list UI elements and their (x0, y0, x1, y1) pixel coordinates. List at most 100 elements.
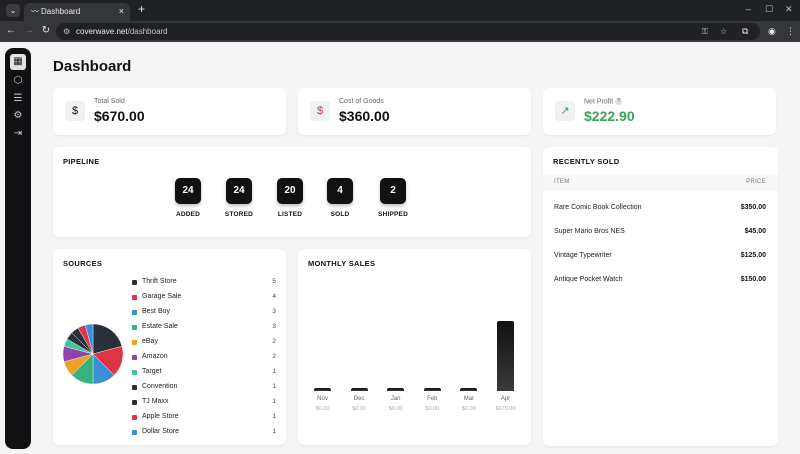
extensions-icon[interactable]: ⧉ (742, 25, 748, 37)
forward-icon[interactable]: → (23, 25, 35, 37)
dollar-icon: $ (65, 101, 85, 121)
new-tab-button[interactable]: + (135, 3, 148, 16)
legend-count: 3 (272, 323, 276, 330)
table-row[interactable]: Super Mario Bros NES $45.00 (543, 221, 778, 243)
browser-tab-dashboard[interactable]: 〰 Dashboard × (24, 3, 130, 21)
chart-month-label: Apr (500, 396, 511, 402)
chart-bar[interactable] (423, 388, 441, 391)
chart-bar[interactable] (350, 388, 368, 391)
legend-swatch (132, 295, 137, 300)
pipeline-stage-listed[interactable]: 20 LISTED (268, 178, 312, 218)
legend-item: Estate Sale 3 (132, 322, 276, 334)
table-row[interactable]: Antique Pocket Watch $150.00 (543, 269, 778, 291)
pipeline-label: SOLD (330, 211, 350, 218)
legend-name: Convention (142, 383, 178, 390)
tab-search-button[interactable]: ⌄ (6, 4, 20, 17)
stat-value: $670.00 (94, 108, 145, 124)
table-row[interactable]: Vintage Typewriter $125.00 (543, 245, 778, 267)
chart-month-label: Jan (390, 396, 401, 402)
legend-item: Garage Sale 4 (132, 292, 276, 304)
column-item: ITEM (554, 179, 570, 185)
window-close-icon[interactable]: ✕ (785, 4, 793, 14)
chart-bar[interactable] (497, 321, 514, 391)
trend-up-icon: ↗ (555, 101, 575, 121)
chart-value-label: $0.00 (315, 406, 330, 412)
legend-swatch (132, 325, 137, 330)
stat-label: Cost of Goods (339, 98, 384, 105)
column-price: PRICE (746, 179, 766, 185)
bookmark-star-icon[interactable]: ☆ (720, 26, 727, 37)
pipeline-label: ADDED (175, 211, 201, 218)
logout-icon[interactable]: ⇥ (11, 127, 25, 141)
legend-count: 1 (272, 398, 276, 405)
recently-sold-title: RECENTLY SOLD (553, 157, 620, 166)
stat-value: $222.90 (584, 108, 635, 124)
legend-name: Best Buy (142, 308, 171, 315)
legend-swatch (132, 310, 137, 315)
pipeline-stage-sold[interactable]: 4 SOLD (318, 178, 362, 218)
sources-card: SOURCES Thrift Store 5 Garage Sale 4 Best Bu… (53, 249, 286, 445)
legend-count: 2 (272, 338, 276, 345)
profile-icon[interactable]: ◉ (768, 25, 776, 37)
address-bar[interactable]: ⚙ coverwave.net/dashboard ⚿ ☆ (56, 23, 760, 40)
dashboard-icon[interactable]: ▦ (10, 54, 26, 70)
url-path: /dashboard (127, 27, 168, 36)
reload-icon[interactable]: ↻ (40, 25, 52, 37)
maximize-icon[interactable]: ☐ (765, 4, 773, 14)
browser-toolbar: ← → ↻ ⚙ coverwave.net/dashboard ⚿ ☆ ⧉ ◉ … (0, 21, 800, 42)
site-info-icon[interactable]: ⚙ (63, 26, 70, 37)
legend-item: Amazon 2 (132, 352, 276, 364)
item-price: $125.00 (740, 252, 766, 259)
legend-swatch (132, 280, 137, 285)
legend-item: Convention 1 (132, 382, 276, 394)
chart-bar[interactable] (460, 388, 478, 391)
browser-tabstrip: ⌄ 〰 Dashboard × + – ☐ ✕ (0, 0, 800, 21)
inventory-box-icon[interactable]: ⬡ (11, 74, 25, 88)
back-icon[interactable]: ← (5, 25, 17, 37)
legend-name: Thrift Store (142, 278, 177, 285)
chart-bar[interactable] (314, 388, 331, 391)
legend-item: Dollar Store 1 (132, 427, 276, 439)
url-host: coverwave.net (76, 27, 128, 36)
legend-swatch (132, 370, 137, 375)
monthly-sales-title: MONTHLY SALES (308, 259, 376, 268)
legend-name: Dollar Store (142, 428, 179, 435)
recently-sold-header: ITEM PRICE (543, 174, 778, 191)
item-price: $150.00 (740, 276, 766, 283)
legend-count: 4 (272, 293, 276, 300)
legend-item: eBay 2 (132, 337, 276, 349)
pipeline-label: STORED (224, 211, 254, 218)
chart-bar[interactable] (387, 388, 405, 391)
tab-close-icon[interactable]: × (119, 6, 124, 17)
pipeline-stage-shipped[interactable]: 2 SHIPPED (371, 178, 415, 218)
legend-item: Target 1 (132, 367, 276, 379)
item-price: $45.00 (744, 228, 766, 235)
pipeline-stage-added[interactable]: 24 ADDED (166, 178, 210, 218)
chart-month-label: Mar (463, 396, 475, 402)
legend-count: 1 (272, 413, 276, 420)
info-icon[interactable]: ? (615, 98, 623, 105)
page: ▦ ⬡ ☰ ⚙ ⇥ Dashboard $ Total Sold $670.00… (0, 42, 800, 454)
pipeline-count: 4 (327, 178, 353, 204)
legend-item: Apple Store 1 (132, 412, 276, 424)
pipeline-title: PIPELINE (63, 157, 100, 166)
legend-swatch (132, 385, 137, 390)
recently-sold-card: RECENTLY SOLD ITEM PRICE Rare Comic Book… (543, 147, 778, 446)
legend-count: 1 (272, 428, 276, 435)
storage-icon[interactable]: ☰ (11, 92, 25, 106)
legend-swatch (132, 400, 137, 405)
legend-count: 5 (272, 278, 276, 285)
stat-value: $360.00 (339, 108, 390, 124)
pipeline-stage-stored[interactable]: 24 STORED (217, 178, 261, 218)
settings-gear-icon[interactable]: ⚙ (11, 109, 25, 123)
legend-count: 1 (272, 368, 276, 375)
menu-icon[interactable]: ⋮ (786, 25, 795, 37)
chart-value-label: $670.00 (495, 406, 516, 412)
minimize-icon[interactable]: – (746, 4, 751, 14)
total-sold-card: $ Total Sold $670.00 (53, 88, 286, 135)
legend-item: TJ Maxx 1 (132, 397, 276, 409)
item-name: Vintage Typewriter (554, 252, 612, 259)
table-row[interactable]: Rare Comic Book Collection $350.00 (543, 197, 778, 219)
stat-label: Total Sold (94, 98, 125, 105)
password-key-icon[interactable]: ⚿ (702, 26, 708, 37)
